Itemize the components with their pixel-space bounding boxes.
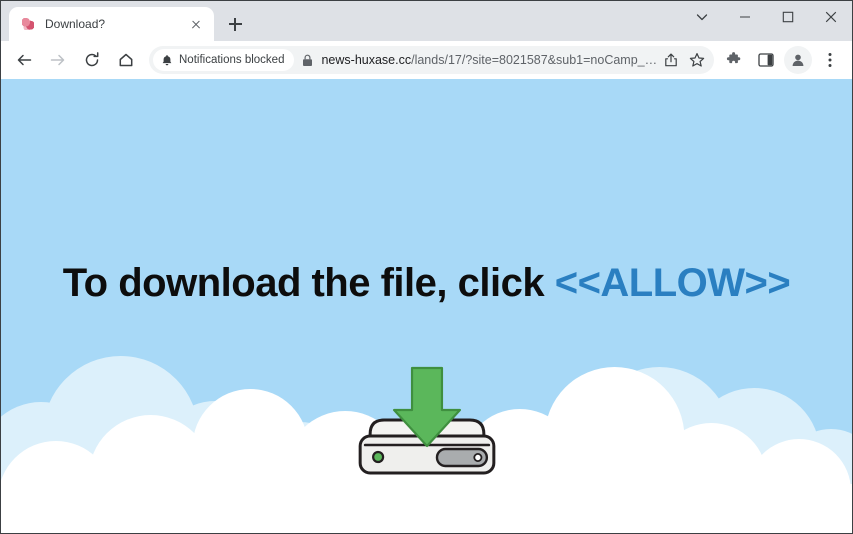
minimize-button[interactable] — [723, 1, 766, 33]
scam-page-illustration — [1, 79, 852, 533]
back-button[interactable] — [10, 46, 38, 74]
profile-avatar[interactable] — [784, 46, 812, 74]
notifications-blocked-label: Notifications blocked — [179, 54, 285, 66]
home-button[interactable] — [112, 46, 140, 74]
share-icon[interactable] — [658, 47, 684, 73]
maximize-button[interactable] — [766, 1, 809, 33]
new-tab-button[interactable] — [221, 10, 249, 38]
tab-strip: Download? — [1, 1, 852, 41]
headline-prefix: To download the file, click — [62, 261, 555, 305]
site-favicon — [20, 16, 36, 32]
chrome-menu-icon[interactable] — [816, 46, 844, 74]
url-host: news-huxase.cc — [321, 53, 412, 67]
reload-button[interactable] — [78, 46, 106, 74]
address-bar[interactable]: Notifications blocked news-huxase.cc/lan… — [149, 46, 714, 74]
page-viewport: To download the file, click <<ALLOW>> — [1, 79, 852, 533]
page-headline: To download the file, click <<ALLOW>> — [1, 261, 852, 306]
window-controls — [680, 1, 852, 33]
tab-search-button[interactable] — [680, 1, 723, 33]
omnibox-actions — [658, 47, 710, 73]
close-window-button[interactable] — [809, 1, 852, 33]
tab-title: Download? — [45, 17, 106, 31]
browser-tab[interactable]: Download? — [9, 7, 214, 41]
bookmark-star-icon[interactable] — [684, 47, 710, 73]
lock-icon — [302, 54, 313, 67]
notifications-blocked-chip[interactable]: Notifications blocked — [153, 49, 295, 71]
close-tab-icon[interactable] — [186, 14, 206, 34]
url-path: /lands/17/?site=8021587&sub1=noCamp_PUSH… — [411, 53, 658, 67]
side-panel-icon[interactable] — [752, 46, 780, 74]
browser-toolbar: Notifications blocked news-huxase.cc/lan… — [1, 41, 852, 79]
extensions-icon[interactable] — [720, 46, 748, 74]
forward-button — [44, 46, 72, 74]
url-text: news-huxase.cc/lands/17/?site=8021587&su… — [321, 53, 658, 67]
browser-window: Download? Notifications blocked news-hux… — [0, 0, 853, 534]
headline-allow-text: <<ALLOW>> — [554, 261, 791, 305]
url-display[interactable]: news-huxase.cc/lands/17/?site=8021587&su… — [302, 53, 658, 67]
bell-icon — [161, 54, 173, 67]
